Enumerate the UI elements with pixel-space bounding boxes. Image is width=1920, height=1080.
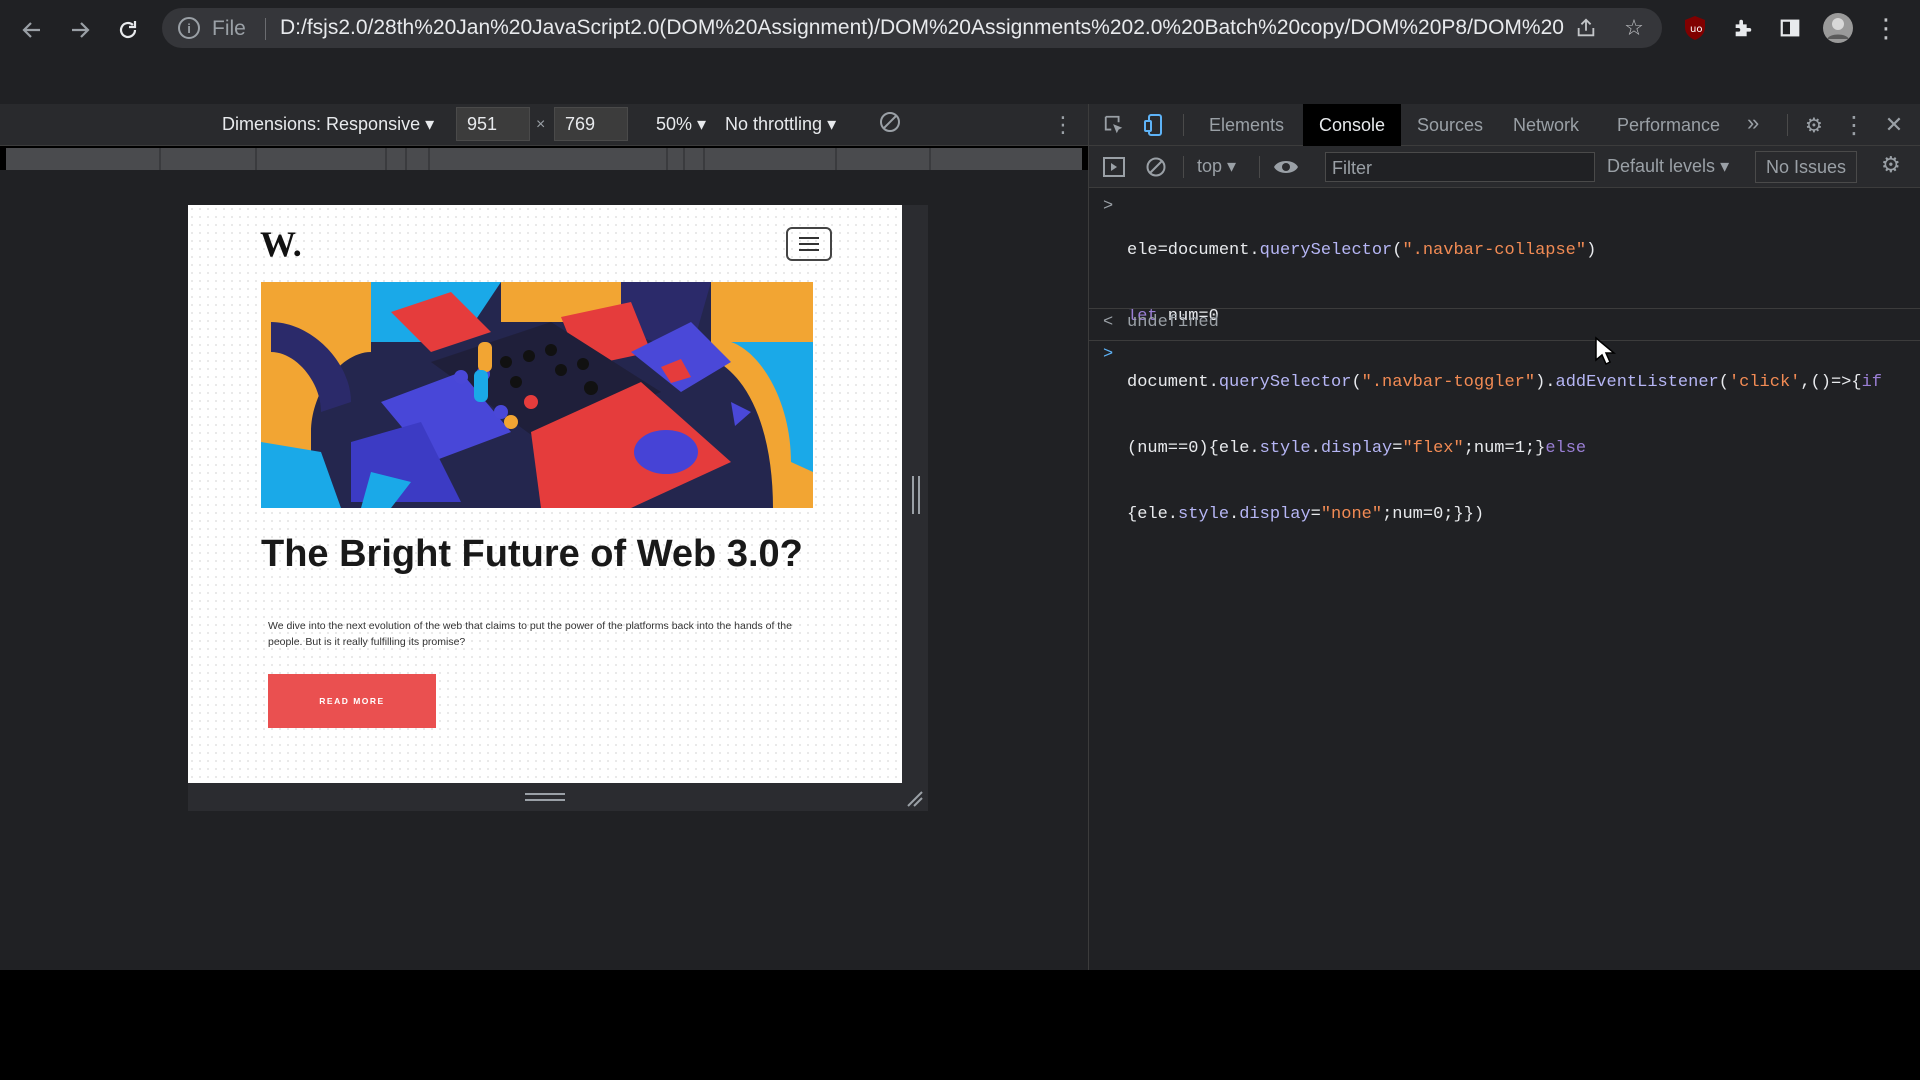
rotate-icon[interactable] <box>878 110 906 138</box>
ublock-icon[interactable]: uo <box>1677 10 1713 46</box>
context-label: top <box>1197 156 1223 176</box>
context-dropdown[interactable]: top ▾ <box>1197 156 1236 177</box>
device-toggle-icon[interactable] <box>1139 110 1169 140</box>
hamburger-line <box>799 249 819 251</box>
levels-label: Default levels <box>1607 156 1716 176</box>
output-caret-icon: < <box>1103 313 1114 332</box>
browser-toolbar: i File D:/fsjs2.0/28th%20Jan%20JavaScrip… <box>0 0 1920 104</box>
resize-corner-icon[interactable] <box>904 788 924 808</box>
times-sign: × <box>536 116 546 133</box>
navbar-toggler[interactable] <box>786 227 832 261</box>
resize-handle-right[interactable] <box>912 476 920 514</box>
tab-performance[interactable]: Performance <box>1617 104 1720 146</box>
hamburger-line <box>799 237 819 239</box>
star-icon[interactable]: ☆ <box>1618 12 1650 44</box>
width-input[interactable]: 951 <box>456 107 530 141</box>
console-result-entry: < undefined <box>1089 312 1920 338</box>
avatar[interactable] <box>1820 10 1856 46</box>
eye-icon[interactable] <box>1271 152 1301 182</box>
toolbar-divider <box>1183 156 1184 178</box>
scheme-label: File <box>212 17 246 40</box>
console-input-entry: > ele=document.querySelector(".navbar-co… <box>1089 196 1920 524</box>
forward-icon[interactable] <box>62 12 98 48</box>
devtools-tabbar: Elements Console Sources Network Perform… <box>1089 104 1920 146</box>
console-toolbar: top ▾ Filter Default levels ▾ No Issues … <box>1089 146 1920 188</box>
dimensions-dropdown[interactable]: Dimensions: Responsive ▾ <box>222 114 434 135</box>
close-icon[interactable]: ✕ <box>1879 110 1909 140</box>
reload-icon[interactable] <box>110 12 146 48</box>
result-value: undefined <box>1127 313 1219 332</box>
inspect-element-icon[interactable] <box>1099 110 1129 140</box>
kebab-menu-icon[interactable]: ⋮ <box>1868 10 1904 46</box>
issues-button[interactable]: No Issues <box>1755 151 1858 183</box>
log-levels-dropdown[interactable]: Default levels ▾ <box>1607 156 1729 177</box>
entry-divider <box>1089 308 1920 309</box>
svg-text:uo: uo <box>1690 24 1702 35</box>
dimensions-label: Dimensions: Responsive <box>222 114 421 134</box>
gear-icon[interactable]: ⚙ <box>1799 110 1829 140</box>
console-filter-input[interactable]: Filter <box>1325 152 1595 182</box>
device-more-icon[interactable]: ⋮ <box>1052 112 1074 138</box>
sidepanel-icon[interactable] <box>1772 10 1808 46</box>
input-caret-icon: > <box>1103 197 1114 216</box>
more-tabs-icon[interactable]: » <box>1747 104 1759 146</box>
console-prompt-icon[interactable]: > <box>1103 344 1113 366</box>
page-description: We dive into the next evolution of the w… <box>268 620 792 648</box>
resize-handle-bottom[interactable] <box>525 793 565 801</box>
media-query-bar[interactable] <box>6 148 1083 170</box>
devtools-menu-icon[interactable]: ⋮ <box>1839 110 1869 140</box>
site-logo[interactable]: W. <box>260 223 302 265</box>
share-icon[interactable] <box>1570 12 1602 44</box>
tab-elements[interactable]: Elements <box>1209 104 1284 146</box>
console-output[interactable]: > ele=document.querySelector(".navbar-co… <box>1089 188 1920 970</box>
info-icon[interactable]: i <box>178 17 200 39</box>
zoom-label: 50% <box>656 114 693 134</box>
screen: i File D:/fsjs2.0/28th%20Jan%20JavaScrip… <box>0 0 1920 1080</box>
code-line-1: ele=document.querySelector(".navbar-coll… <box>1127 241 1597 260</box>
tab-sources[interactable]: Sources <box>1417 104 1483 146</box>
zoom-dropdown[interactable]: 50% ▾ <box>656 114 706 135</box>
emulated-page: W. The Bright Future of Web 3.0? We dive… <box>188 205 902 783</box>
hero-image <box>261 282 813 508</box>
toolbar-divider <box>1259 156 1260 178</box>
code-line-4: (num==0){ele.style.display="flex";num=1;… <box>1127 439 1587 458</box>
tab-network[interactable]: Network <box>1513 104 1579 146</box>
devtools-panel: Elements Console Sources Network Perform… <box>1088 104 1920 970</box>
throttling-label: No throttling <box>725 114 823 134</box>
page-title: The Bright Future of Web 3.0? <box>261 533 803 575</box>
tab-divider <box>1787 114 1788 136</box>
throttling-dropdown[interactable]: No throttling ▾ <box>725 114 836 135</box>
read-more-button[interactable]: READ MORE <box>268 674 436 728</box>
tab-console[interactable]: Console <box>1303 104 1402 146</box>
entry-divider <box>1089 340 1920 341</box>
height-input[interactable]: 769 <box>554 107 628 141</box>
hamburger-line <box>799 243 819 245</box>
url-text[interactable]: D:/fsjs2.0/28th%20Jan%20JavaScript2.0(DO… <box>280 16 1565 40</box>
omnibox-divider <box>265 18 266 40</box>
code-line-5: {ele.style.display="none";num=0;}}) <box>1127 505 1485 524</box>
address-bar[interactable]: i File D:/fsjs2.0/28th%20Jan%20JavaScrip… <box>162 8 1662 48</box>
console-code: ele=document.querySelector(".navbar-coll… <box>1127 196 1897 570</box>
device-toolbar: Dimensions: Responsive ▾ 951 × 769 50% ▾… <box>0 104 1088 146</box>
clear-console-icon[interactable] <box>1141 152 1171 182</box>
console-settings-icon[interactable]: ⚙ <box>1881 152 1911 182</box>
puzzle-icon[interactable] <box>1725 10 1761 46</box>
tab-divider <box>1183 114 1184 136</box>
code-line-3: document.querySelector(".navbar-toggler"… <box>1127 373 1882 392</box>
back-icon[interactable] <box>14 12 50 48</box>
sidebar-toggle-icon[interactable] <box>1099 152 1129 182</box>
